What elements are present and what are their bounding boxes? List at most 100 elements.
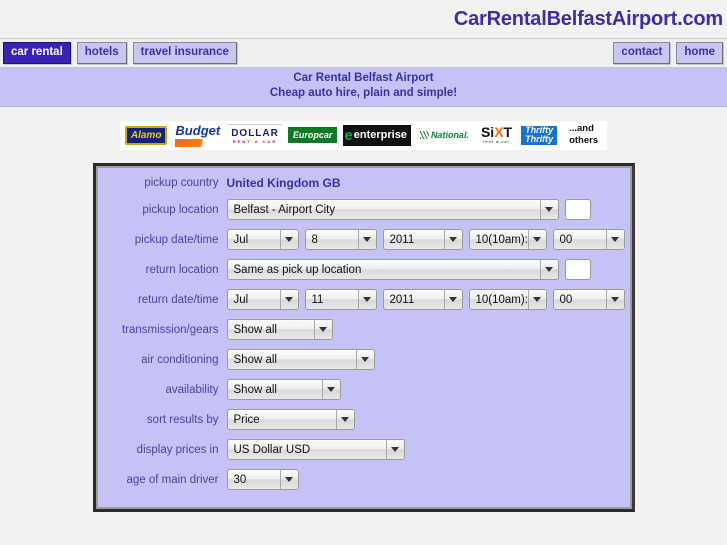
select-pickup-location-value: Belfast - Airport City [233,203,336,216]
row-pickup-country: pickup country United Kingdom GB [96,176,632,190]
brand-logo-strip-wrapper: Alamo Budget DOLLAR RENT A CAR Europcar … [0,107,727,163]
budget-logo: Budget [173,122,223,148]
site-title: CarRentalBelfastAirport.com [453,7,723,30]
label-driver-age: age of main driver [126,473,219,486]
nav-item-travel-insurance[interactable]: travel insurance [132,41,237,65]
select-return-minute[interactable]: 00 [552,289,625,310]
label-transmission: transmission/gears [121,323,219,336]
brand-logo-strip: Alamo Budget DOLLAR RENT A CAR Europcar … [119,120,608,150]
select-air-conditioning-value: Show all [233,353,277,366]
tagline-banner: Car Rental Belfast Airport Cheap auto hi… [0,68,727,107]
dollar-logo-subtext: RENT A CAR [232,138,278,144]
thrifty-logo: Thrifty Thrifty [521,125,558,145]
select-return-location-value: Same as pick up location [233,263,362,276]
main-navigation: car rental hotels travel insurance conta… [0,38,727,68]
site-header: CarRentalBelfastAirport.com [0,0,727,38]
alamo-logo: Alamo [124,125,168,145]
value-pickup-country: United Kingdom GB [226,176,341,190]
nav-item-hotels[interactable]: hotels [76,41,127,65]
row-availability: availability Show all [96,379,632,400]
thrifty-logo-text-bottom: Thrifty [525,134,554,144]
chevron-down-icon [335,410,354,429]
select-pickup-location[interactable]: Belfast - Airport City [226,199,559,220]
select-availability-value: Show all [233,383,277,396]
label-display-prices: display prices in [136,443,219,456]
dollar-logo: DOLLAR RENT A CAR [228,123,282,147]
select-driver-age-value: 30 [233,473,247,486]
select-pickup-minute[interactable]: 00 [552,229,625,250]
select-availability[interactable]: Show all [226,379,341,400]
select-pickup-year[interactable]: 2011 [382,229,463,250]
select-return-year-value: 2011 [389,293,415,306]
select-pickup-month[interactable]: Jul [226,229,299,250]
select-pickup-hour-value: 10(10am): [475,233,528,246]
national-logo: National. [416,128,472,142]
select-pickup-minute-value: 00 [559,233,573,246]
select-transmission[interactable]: Show all [226,319,333,340]
select-sort-results-value: Price [233,413,260,426]
label-pickup-country: pickup country [144,177,219,189]
select-sort-results[interactable]: Price [226,409,355,430]
tagline-line-1: Car Rental Belfast Airport [293,72,434,84]
nav-right-group: contact home [613,41,723,65]
select-pickup-hour[interactable]: 10(10am): [468,229,547,250]
row-transmission: transmission/gears Show all [96,319,632,340]
national-logo-text: National. [430,130,469,140]
chevron-down-icon [443,230,462,249]
chevron-down-icon [279,230,298,249]
select-pickup-day[interactable]: 8 [304,229,377,250]
select-pickup-day-value: 8 [311,233,318,246]
select-return-year[interactable]: 2011 [382,289,463,310]
budget-logo-text: Budget [175,122,221,138]
select-driver-age[interactable]: 30 [226,469,299,490]
sixt-logo-text: SiXT [480,124,513,141]
chevron-down-icon [605,290,624,309]
row-return-datetime: return date/time Jul 11 2011 10(10am): 0… [96,289,632,310]
others-label: ...and others [565,122,603,148]
chevron-down-icon [313,320,332,339]
select-pickup-month-value: Jul [233,233,249,246]
row-return-location: return location Same as pick up location [96,259,632,280]
select-display-currency-value: US Dollar USD [233,443,311,456]
row-sort-results: sort results by Price [96,409,632,430]
chevron-down-icon [279,290,298,309]
nav-item-home[interactable]: home [676,41,723,65]
chevron-down-icon [539,200,558,219]
enterprise-e-icon: e [344,126,353,144]
select-return-hour[interactable]: 10(10am): [468,289,547,310]
chevron-down-icon [527,290,546,309]
row-driver-age: age of main driver 30 [96,469,632,490]
row-pickup-datetime: pickup date/time Jul 8 2011 10(10am): 00 [96,229,632,250]
dollar-logo-text: DOLLAR [231,127,279,139]
select-display-currency[interactable]: US Dollar USD [226,439,405,460]
input-return-location-extra[interactable] [564,259,591,280]
tagline-line-2: Cheap auto hire, plain and simple! [269,87,458,99]
row-air-conditioning: air conditioning Show all [96,349,632,370]
europcar-logo-text: Europcar [292,130,333,140]
select-return-hour-value: 10(10am): [475,293,528,306]
select-return-month-value: Jul [233,293,249,306]
others-label-line-1: ...and [569,123,594,134]
nav-item-contact[interactable]: contact [613,41,671,65]
chevron-down-icon [357,290,376,309]
select-return-month[interactable]: Jul [226,289,299,310]
select-transmission-value: Show all [233,323,277,336]
select-return-day[interactable]: 11 [304,289,377,310]
nav-item-car-rental[interactable]: car rental [3,41,71,65]
row-pickup-location: pickup location Belfast - Airport City [96,199,632,220]
chevron-down-icon [385,440,404,459]
label-pickup-datetime: pickup date/time [134,233,219,246]
booking-form-panel: pickup country United Kingdom GB pickup … [92,163,635,512]
select-return-location[interactable]: Same as pick up location [226,259,559,280]
national-bars-icon [419,131,429,139]
select-return-minute-value: 00 [559,293,573,306]
booking-form-wrapper: pickup country United Kingdom GB pickup … [0,163,727,512]
input-pickup-location-extra[interactable] [564,199,591,220]
sixt-logo-subtext: rent a car [483,138,510,144]
europcar-logo: Europcar [287,127,338,143]
budget-swoosh-icon [175,138,221,147]
select-air-conditioning[interactable]: Show all [226,349,375,370]
chevron-down-icon [357,230,376,249]
label-return-location: return location [145,263,219,276]
sixt-logo: SiXT rent a car [477,124,516,146]
